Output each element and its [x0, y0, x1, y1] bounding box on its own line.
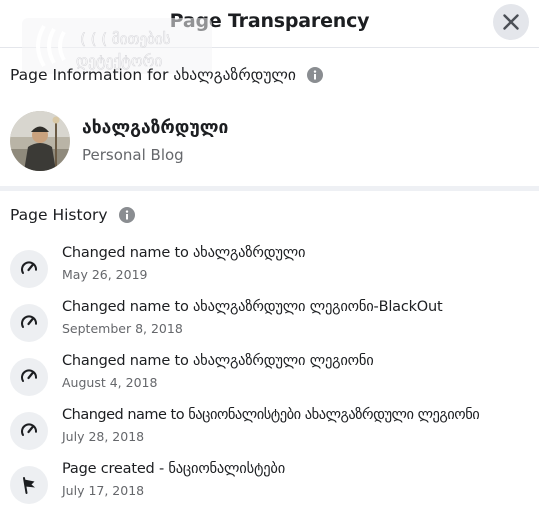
history-item-date: July 28, 2018 — [62, 429, 145, 444]
rename-icon — [21, 261, 37, 274]
history-item-text: Changed name to ახალგაზრდული ლეგიონი-Bla… — [62, 299, 443, 315]
history-item-text: Changed name to ნაციონალისტები ახალგაზრდ… — [62, 407, 480, 423]
rename-icon — [21, 315, 37, 328]
page-title: Page Transparency — [169, 10, 370, 32]
page-info-heading: Page Information for ახალგაზრდული — [10, 66, 323, 84]
history-item-date: May 26, 2019 — [62, 267, 148, 282]
history-item-text: Changed name to ახალგაზრდული — [62, 245, 306, 261]
history-item-date: August 4, 2018 — [62, 375, 158, 390]
close-icon — [503, 14, 519, 30]
info-icon[interactable] — [306, 67, 323, 83]
history-item: Changed name to ახალგაზრდული ლეგიონი-Bla… — [0, 299, 539, 349]
info-icon[interactable] — [118, 207, 135, 223]
page-name[interactable]: ახალგაზრდული — [82, 118, 228, 138]
avatar[interactable] — [10, 111, 70, 171]
flag-icon — [23, 477, 35, 494]
close-button[interactable] — [493, 4, 529, 40]
history-item-text: Changed name to ახალგაზრდული ლეგიონი — [62, 353, 374, 369]
history-item: Changed name to ნაციონალისტები ახალგაზრდ… — [0, 407, 539, 457]
history-item: Changed name to ახალგაზრდული May 26, 201… — [0, 245, 539, 295]
history-item-text: Page created - ნაციონალისტები — [62, 461, 286, 477]
history-item-date: September 8, 2018 — [62, 321, 183, 336]
rename-icon — [21, 423, 37, 436]
rename-icon — [21, 369, 37, 382]
history-item: Page created - ნაციონალისტები July 17, 2… — [0, 461, 539, 511]
page-category: Personal Blog — [82, 146, 184, 164]
section-divider — [0, 186, 539, 191]
page-info-title: Page Information for ახალგაზრდული — [10, 66, 296, 84]
history-item: Changed name to ახალგაზრდული ლეგიონი Aug… — [0, 353, 539, 403]
page-history-title: Page History — [10, 206, 108, 224]
dialog-header: Page Transparency — [0, 0, 539, 48]
history-item-date: July 17, 2018 — [62, 483, 145, 498]
page-history-heading: Page History — [10, 206, 135, 224]
